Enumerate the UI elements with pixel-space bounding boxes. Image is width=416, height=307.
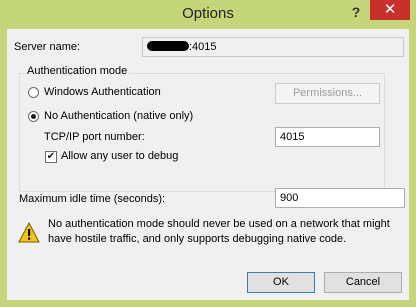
warning-triangle-icon bbox=[18, 222, 40, 243]
permissions-button[interactable]: Permissions... bbox=[275, 83, 380, 104]
idle-time-input[interactable]: 900 bbox=[275, 188, 405, 208]
authentication-mode-label: Authentication mode bbox=[25, 65, 130, 77]
ok-button[interactable]: OK bbox=[247, 272, 315, 293]
port-number-label: TCP/IP port number: bbox=[44, 131, 145, 143]
options-dialog: Options ? ✕ Server name: :4015 Authentic… bbox=[0, 0, 416, 307]
warning-message: No authentication mode should never be u… bbox=[48, 218, 390, 245]
server-name-field[interactable]: :4015 bbox=[142, 37, 404, 57]
windows-authentication-radio[interactable] bbox=[28, 87, 39, 98]
dialog-content: Server name: :4015 Authentication mode W… bbox=[7, 29, 409, 300]
cancel-button[interactable]: Cancel bbox=[324, 272, 402, 293]
redacted-server-name bbox=[147, 41, 189, 51]
title-bar[interactable]: Options ? ✕ bbox=[0, 0, 416, 29]
allow-any-user-label[interactable]: Allow any user to debug bbox=[61, 150, 178, 162]
server-name-label: Server name: bbox=[14, 41, 81, 53]
no-authentication-label[interactable]: No Authentication (native only) bbox=[44, 110, 193, 122]
no-authentication-radio[interactable] bbox=[28, 111, 39, 122]
server-port-suffix: :4015 bbox=[189, 41, 217, 53]
windows-authentication-label[interactable]: Windows Authentication bbox=[44, 86, 161, 98]
help-button[interactable]: ? bbox=[344, 2, 368, 22]
idle-time-label: Maximum idle time (seconds): bbox=[19, 193, 166, 205]
port-number-input[interactable]: 4015 bbox=[275, 127, 380, 147]
close-button[interactable]: ✕ bbox=[370, 0, 410, 20]
allow-any-user-checkbox[interactable]: ✔ bbox=[45, 151, 57, 163]
